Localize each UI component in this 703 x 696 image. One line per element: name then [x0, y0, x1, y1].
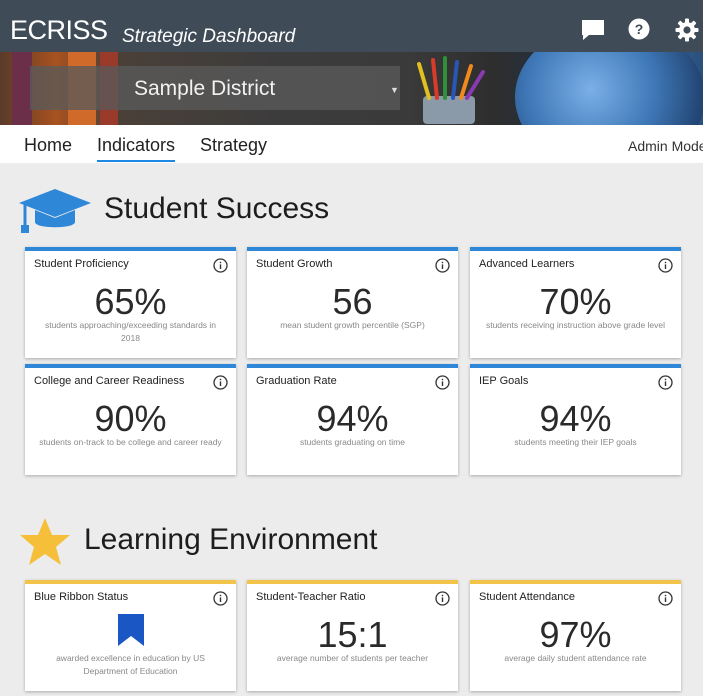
app-subtitle: Strategic Dashboard — [122, 26, 296, 47]
info-icon[interactable] — [658, 375, 673, 395]
admin-mode-toggle[interactable]: Admin Mode — [628, 138, 703, 154]
indicator-card-student-proficiency[interactable]: Student Proficiency 65% students approac… — [25, 247, 236, 358]
gear-icon[interactable] — [675, 18, 699, 47]
card-value: 94% — [316, 398, 389, 439]
help-icon[interactable]: ? — [628, 18, 650, 45]
info-icon[interactable] — [658, 591, 673, 611]
tab-strategy[interactable]: Strategy — [200, 135, 267, 156]
info-icon[interactable] — [213, 258, 228, 278]
indicator-card-student-teacher-ratio[interactable]: Student-Teacher Ratio 15:1 average numbe… — [247, 580, 458, 691]
indicator-card-blue-ribbon-status[interactable]: Blue Ribbon Status awarded excellence in… — [25, 580, 236, 691]
section-header-student-success: Student Success — [0, 181, 703, 237]
star-icon — [18, 516, 72, 573]
section-title: Student Success — [104, 192, 330, 225]
card-description: students approaching/exceeding standards… — [44, 320, 217, 343]
tab-indicators[interactable]: Indicators — [97, 135, 176, 162]
card-title: Blue Ribbon Status — [34, 591, 129, 603]
graduation-cap-icon — [17, 185, 93, 240]
indicator-card-graduation-rate[interactable]: Graduation Rate 94% students graduating … — [247, 364, 458, 475]
card-description: mean student growth percentile (SGP) — [280, 320, 425, 330]
indicator-card-student-attendance[interactable]: Student Attendance 97% average daily stu… — [470, 580, 681, 691]
info-icon[interactable] — [435, 375, 450, 395]
info-icon[interactable] — [213, 375, 228, 395]
indicator-card-advanced-learners[interactable]: Advanced Learners 70% students receiving… — [470, 247, 681, 358]
card-title: Student Proficiency — [34, 258, 129, 270]
book-decoration — [12, 52, 32, 125]
card-title: Graduation Rate — [256, 375, 337, 387]
card-title: Student Attendance — [479, 591, 576, 603]
card-description: average number of students per teacher — [276, 653, 429, 663]
card-value: 90% — [94, 398, 167, 439]
card-description: awarded excellence in education by US De… — [56, 653, 205, 676]
info-icon[interactable] — [435, 258, 450, 278]
card-title: Student Growth — [256, 258, 333, 270]
card-title: College and Career Readiness — [34, 375, 185, 387]
app-brand[interactable]: ECRISS — [10, 15, 108, 46]
card-value: 65% — [94, 281, 167, 322]
district-name: Sample District — [134, 77, 276, 100]
card-title: Student-Teacher Ratio — [256, 591, 366, 603]
card-description: average daily student attendance rate — [504, 653, 647, 663]
info-icon[interactable] — [435, 591, 450, 611]
card-description: students receiving instruction above gra… — [485, 320, 666, 330]
indicator-card-college-career-readiness[interactable]: College and Career Readiness 90% student… — [25, 364, 236, 475]
card-description: students on-track to be college and care… — [39, 437, 222, 447]
section-title: Learning Environment — [84, 523, 378, 556]
top-bar: ECRISS Strategic Dashboard ? — [0, 0, 703, 52]
bookmark-ribbon-icon — [118, 614, 144, 651]
tab-home[interactable]: Home — [24, 135, 72, 156]
indicator-card-iep-goals[interactable]: IEP Goals 94% students meeting their IEP… — [470, 364, 681, 475]
chat-icon[interactable] — [580, 18, 606, 47]
card-description: students meeting their IEP goals — [514, 437, 637, 447]
pencil-cup-decoration — [417, 56, 485, 124]
card-title: IEP Goals — [479, 375, 529, 387]
info-icon[interactable] — [658, 258, 673, 278]
card-value: 70% — [539, 281, 612, 322]
banner-image: Sample District ▼ — [0, 52, 703, 125]
card-title: Advanced Learners — [479, 258, 575, 270]
district-select[interactable]: Sample District ▼ — [30, 66, 400, 110]
card-description: students graduating on time — [300, 437, 405, 447]
main-nav: Home Indicators Strategy Admin Mode — [0, 125, 703, 163]
indicator-card-student-growth[interactable]: Student Growth 56 mean student growth pe… — [247, 247, 458, 358]
globe-decoration — [515, 52, 703, 125]
card-value: 97% — [539, 614, 612, 655]
caret-down-icon: ▼ — [390, 85, 399, 95]
info-icon[interactable] — [213, 591, 228, 611]
section-header-learning-environment: Learning Environment — [0, 514, 703, 570]
card-value: 56 — [332, 281, 373, 322]
card-value: 94% — [539, 398, 612, 439]
card-value: 15:1 — [317, 614, 388, 655]
svg-text:?: ? — [635, 21, 644, 37]
